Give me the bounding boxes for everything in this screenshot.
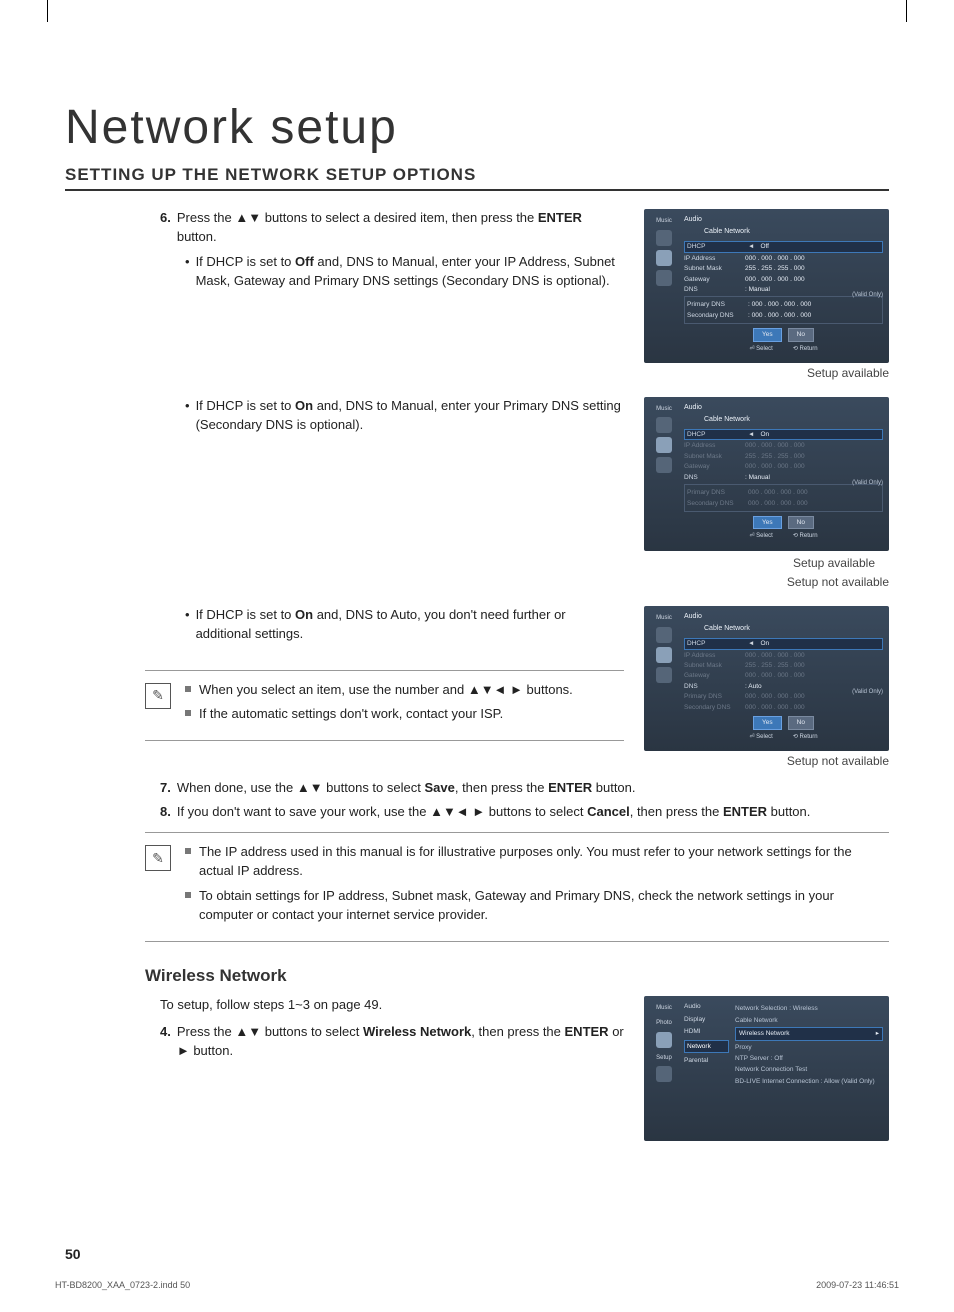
caption-setup-available: Setup available [644,365,889,382]
wireless-intro: To setup, follow steps 1~3 on page 49. [160,996,624,1015]
osd-screenshot-3: Music Audio Cable Network DHCP◄On IP Add… [644,606,889,771]
step-6: 6. Press the ▲▼ buttons to select a desi… [160,209,624,247]
footer-timestamp: 2009-07-23 11:46:51 [816,1280,899,1290]
crop-mark [906,0,907,22]
note-block-2: ✎ The IP address used in this manual is … [145,832,889,941]
crop-mark [47,0,48,22]
osd-screenshot-wireless: Music Photo Setup Audio Display HDMI Net… [644,996,889,1141]
wireless-heading: Wireless Network [145,964,889,989]
step-4-wireless: 4. Press the ▲▼ buttons to select Wirele… [160,1023,624,1061]
footer-filename: HT-BD8200_XAA_0723-2.indd 50 [55,1280,190,1290]
section-heading: SETTING UP THE NETWORK SETUP OPTIONS [65,165,889,191]
step-6-bullet-2: • If DHCP is set to On and, DNS to Manua… [185,397,624,435]
step-6-bullet-3: • If DHCP is set to On and, DNS to Auto,… [185,606,624,644]
step-8: 8. If you don't want to save your work, … [160,803,889,822]
step-7: 7. When done, use the ▲▼ buttons to sele… [160,779,889,798]
osd-screenshot-2: Music Audio Cable Network DHCP◄On IP Add… [644,397,889,592]
caption-setup-available: Setup available [644,555,889,572]
page-title: Network setup [65,100,889,155]
note-icon: ✎ [145,845,171,871]
print-footer: HT-BD8200_XAA_0723-2.indd 50 2009-07-23 … [55,1280,899,1290]
caption-setup-not-available: Setup not available [644,753,889,770]
note-block-1: ✎ When you select an item, use the numbe… [145,670,624,742]
note-icon: ✎ [145,683,171,709]
page-number: 50 [65,1246,81,1262]
step-6-bullet-1: • If DHCP is set to Off and, DNS to Manu… [185,253,624,291]
caption-setup-not-available: Setup not available [644,574,889,591]
osd-screenshot-1: Music Audio Cable Network DHCP◄Off IP Ad… [644,209,889,383]
manual-page: Network setup SETTING UP THE NETWORK SET… [0,0,954,1312]
